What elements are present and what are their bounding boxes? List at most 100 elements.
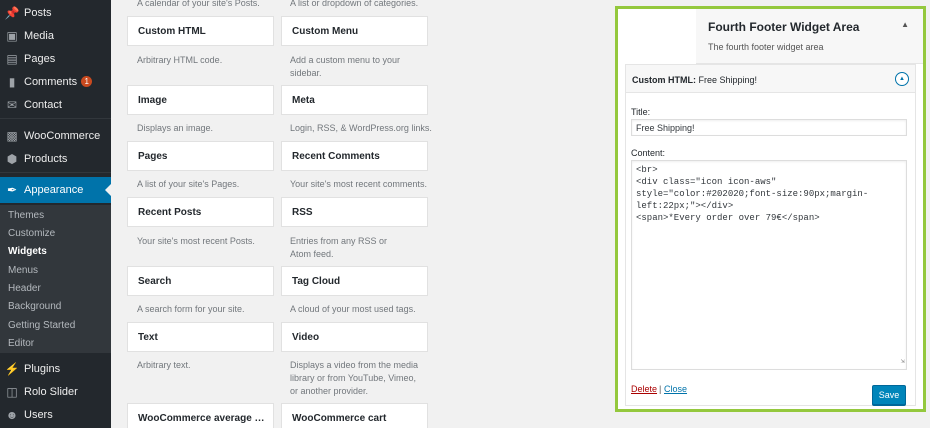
widget-title: Custom HTML [138,26,206,37]
menu-contact[interactable]: ✉ Contact [0,93,111,116]
widget-desc: Add a custom menu to your sidebar. [290,55,401,78]
menu-posts-label: Posts [24,6,52,19]
widget-woocommerce-cart[interactable]: WooCommerce cart [281,403,428,428]
widget-meta[interactable]: Meta [281,85,428,115]
widget-title: Custom Menu [292,26,359,37]
menu-media[interactable]: ▣ Media [0,24,111,47]
plug-icon: ⚡ [4,361,20,376]
menu-separator [0,172,111,173]
fourth-footer-widget-area: Fourth Footer Widget Area ▲ The fourth f… [615,6,926,412]
widget-area-description: The fourth footer widget area [708,42,824,52]
delete-link[interactable]: Delete [631,384,657,394]
widget-video[interactable]: Video [281,322,428,352]
paintbrush-icon: ✒ [6,183,18,197]
active-menu-arrow [105,184,111,196]
widget-type-label: Custom HTML: [632,75,696,85]
widget-title: RSS [292,207,313,218]
menu-media-label: Media [24,29,54,42]
title-field[interactable] [631,119,907,136]
widget-desc: Entries from any RSS or Atom feed. [290,236,388,259]
submenu-editor[interactable]: Editor [8,338,34,349]
pages-icon: ▤ [6,51,18,66]
submenu-header[interactable]: Header [8,283,41,294]
envelope-icon: ✉ [6,97,18,112]
submenu-customize[interactable]: Customize [8,228,55,239]
calendar-widget-desc: A calendar of your site's Posts. [137,0,260,8]
widget-title: Recent Posts [138,207,202,218]
widget-title: Recent Comments [292,151,380,162]
content-textarea[interactable]: <br> <div class="icon icon-aws" style="c… [631,160,907,370]
submenu-menus[interactable]: Menus [8,265,38,276]
widget-image[interactable]: Image [127,85,274,115]
widget-tag-cloud[interactable]: Tag Cloud [281,266,428,296]
widget-desc: Your site's most recent Posts. [137,236,255,246]
widget-desc: Your site's most recent comments. [290,179,427,189]
widget-text[interactable]: Text [127,322,274,352]
menu-appearance[interactable]: ✒ Appearance [0,177,111,203]
close-link[interactable]: Close [664,384,687,394]
widget-title: Video [292,332,320,343]
widget-desc: A cloud of your most used tags. [290,304,416,314]
menu-rolo-slider-label: Rolo Slider [24,385,78,398]
woocommerce-icon: ▩ [6,128,18,143]
widget-desc: Arbitrary HTML code. [137,55,223,65]
admin-sidebar: 📌 Posts ▣ Media ▤ Pages ▮ Comments 1 ✉ C… [0,0,111,428]
widget-recent-comments[interactable]: Recent Comments [281,141,428,171]
menu-woocommerce[interactable]: ▩ WooCommerce [0,124,111,147]
menu-comments[interactable]: ▮ Comments 1 [0,70,111,93]
menu-woocommerce-label: WooCommerce [24,129,101,142]
submenu-themes[interactable]: Themes [8,210,44,221]
menu-products-label: Products [24,152,68,165]
custom-html-widget-form: Custom HTML: Free Shipping! ▲ Title: Con… [625,64,916,406]
widget-woocommerce-average-rating[interactable]: WooCommerce average rati... [127,403,274,428]
widget-desc: Login, RSS, & WordPress.org links. [290,123,432,133]
content-text: <br> <div class="icon icon-aws" style="c… [636,165,869,223]
caret-up-icon[interactable]: ▲ [901,20,909,29]
slider-icon: ◫ [6,384,18,399]
comments-count-badge: 1 [81,76,93,87]
menu-products[interactable]: ⬢ Products [0,147,111,170]
widget-desc: A search form for your site. [137,304,245,314]
menu-separator [0,118,111,119]
widget-custom-html[interactable]: Custom HTML [127,16,274,46]
widget-rss[interactable]: RSS [281,197,428,227]
menu-pages-label: Pages [24,52,56,65]
widget-desc: Arbitrary text. [137,360,191,370]
comment-icon: ▮ [8,74,16,89]
collapse-toggle-icon[interactable]: ▲ [895,72,909,86]
products-icon: ⬢ [6,151,18,166]
submenu-widgets[interactable]: Widgets [8,246,47,257]
widget-area-title: Fourth Footer Widget Area [708,20,860,34]
link-separator: | [659,384,662,394]
menu-plugins-label: Plugins [24,362,61,375]
categories-widget-desc: A list or dropdown of categories. [290,0,419,8]
widget-custom-menu[interactable]: Custom Menu [281,16,428,46]
widget-desc: A list of your site's Pages. [137,179,240,189]
submenu-background[interactable]: Background [8,301,61,312]
menu-comments-label: Comments [24,75,78,88]
menu-contact-label: Contact [24,98,62,111]
widget-title: Text [138,332,158,343]
widget-instance-title: Free Shipping! [698,75,758,85]
widget-search[interactable]: Search [127,266,274,296]
save-button[interactable]: Save [872,385,906,405]
widget-pages[interactable]: Pages [127,141,274,171]
menu-rolo-slider[interactable]: ◫ Rolo Slider [0,380,111,403]
widget-area-header[interactable]: Fourth Footer Widget Area ▲ The fourth f… [696,9,923,64]
title-label: Title: [631,107,651,117]
menu-posts[interactable]: 📌 Posts [0,1,111,24]
widget-form-header[interactable]: Custom HTML: Free Shipping! ▲ [626,65,915,93]
menu-users[interactable]: ☻ Users [0,403,111,426]
widget-desc: Displays an image. [137,123,214,133]
widget-title: Meta [292,95,315,106]
widget-title: Pages [138,151,168,162]
submenu-getting-started[interactable]: Getting Started [8,320,75,331]
menu-pages[interactable]: ▤ Pages [0,47,111,70]
resize-handle-icon[interactable]: ⇲ [901,356,905,368]
widget-recent-posts[interactable]: Recent Posts [127,197,274,227]
menu-users-label: Users [24,408,53,421]
widget-title: Tag Cloud [292,276,341,287]
widget-title: Image [138,95,167,106]
menu-plugins[interactable]: ⚡ Plugins [0,357,111,380]
widget-title: WooCommerce cart [292,413,387,424]
